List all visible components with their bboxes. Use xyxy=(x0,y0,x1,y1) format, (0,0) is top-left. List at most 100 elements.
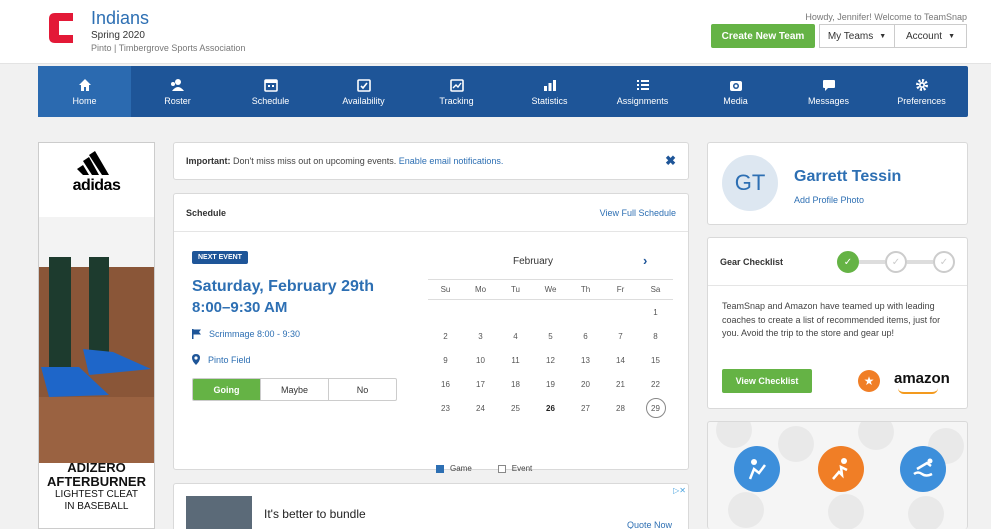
nav-item-tracking[interactable]: Tracking xyxy=(410,66,503,117)
rsvp-maybe-button[interactable]: Maybe xyxy=(260,379,328,400)
nav-item-assignments[interactable]: Assignments xyxy=(596,66,689,117)
profile-name[interactable]: Garrett Tessin xyxy=(794,168,901,186)
pattern-dot xyxy=(778,426,814,462)
nav-item-schedule[interactable]: Schedule xyxy=(224,66,317,117)
calendar-day[interactable]: 5 xyxy=(533,324,568,348)
rsvp-going-button[interactable]: Going xyxy=(193,379,260,400)
messages-icon xyxy=(821,77,837,93)
calendar-day[interactable]: 27 xyxy=(568,396,603,420)
rsvp-no-button[interactable]: No xyxy=(328,379,396,400)
close-icon[interactable]: ✖ xyxy=(665,153,676,169)
schedule-card: Schedule View Full Schedule NEXT EVENT S… xyxy=(173,193,689,473)
pattern-dot xyxy=(716,422,752,448)
nav-label: Messages xyxy=(807,96,850,106)
view-checklist-button[interactable]: View Checklist xyxy=(722,369,812,393)
event-location: Pinto Field xyxy=(208,354,251,365)
star-badge-icon: ★ xyxy=(858,370,880,392)
ad-choices-icon[interactable]: ▷✕ xyxy=(673,486,686,495)
calendar-day[interactable]: 14 xyxy=(603,348,638,372)
create-team-button[interactable]: Create New Team xyxy=(711,24,815,48)
calendar-day[interactable]: 9 xyxy=(428,348,463,372)
team-logo-icon[interactable] xyxy=(46,10,76,46)
calendar-day[interactable]: 12 xyxy=(533,348,568,372)
nav-item-home[interactable]: Home xyxy=(38,66,131,117)
bottom-ad[interactable]: It's better to bundle Quote Now ▷✕ xyxy=(173,483,689,529)
quote-now-link[interactable]: Quote Now xyxy=(627,520,672,529)
avatar[interactable]: GT xyxy=(722,155,778,211)
event-name: Scrimmage 8:00 - 9:30 xyxy=(209,329,301,339)
nav-item-availability[interactable]: Availability xyxy=(317,66,410,117)
sports-promo[interactable] xyxy=(707,421,968,529)
enable-notifications-link[interactable]: Enable email notifications. xyxy=(399,156,504,166)
alert-prefix: Important: xyxy=(186,156,231,166)
calendar-week: 16 17 18 19 20 21 22 xyxy=(428,372,673,396)
calendar-day[interactable]: 21 xyxy=(603,372,638,396)
calendar-empty xyxy=(568,300,603,324)
calendar-day[interactable]: 8 xyxy=(638,324,673,348)
calendar-day[interactable]: 28 xyxy=(603,396,638,420)
team-name[interactable]: Indians xyxy=(91,8,149,29)
calendar-day[interactable]: 13 xyxy=(568,348,603,372)
calendar-empty xyxy=(463,300,498,324)
weekday-label: Su xyxy=(440,285,451,294)
calendar-day[interactable]: 15 xyxy=(638,348,673,372)
calendar-week: 1 xyxy=(428,300,673,324)
greeting-text: Howdy, Jennifer! Welcome to TeamSnap xyxy=(805,12,967,22)
gear-title: Gear Checklist xyxy=(720,257,784,267)
app-header: Indians Spring 2020 Pinto | Timbergrove … xyxy=(0,0,991,64)
calendar-day[interactable]: 2 xyxy=(428,324,463,348)
add-profile-photo-link[interactable]: Add Profile Photo xyxy=(794,195,864,205)
pattern-dot xyxy=(828,494,864,529)
sidebar-ad[interactable]: adidas ADIZERO AFTERBURNER LIGHTEST CLEA… xyxy=(38,142,155,529)
calendar-day[interactable]: 4 xyxy=(498,324,533,348)
nav-label: Preferences xyxy=(897,96,946,106)
amazon-smile-icon xyxy=(898,388,938,394)
pattern-dot xyxy=(858,422,894,450)
calendar-day[interactable]: 6 xyxy=(568,324,603,348)
nav-label: Media xyxy=(723,96,748,106)
my-teams-dropdown[interactable]: My Teams ▼ xyxy=(819,24,895,48)
caret-down-icon: ▼ xyxy=(948,32,956,40)
account-dropdown[interactable]: Account ▼ xyxy=(895,24,967,48)
ad-brand: adidas xyxy=(72,177,121,194)
calendar-day[interactable]: 20 xyxy=(568,372,603,396)
nav-item-messages[interactable]: Messages xyxy=(782,66,875,117)
view-full-schedule-link[interactable]: View Full Schedule xyxy=(600,208,676,218)
calendar-day[interactable]: 19 xyxy=(533,372,568,396)
alert-text: Important: Don't miss miss out on upcomi… xyxy=(186,156,503,166)
nav-item-statistics[interactable]: Statistics xyxy=(503,66,596,117)
calendar-day[interactable]: 16 xyxy=(428,372,463,396)
calendar-day[interactable]: 24 xyxy=(463,396,498,420)
calendar-day[interactable]: 7 xyxy=(603,324,638,348)
nav-item-roster[interactable]: Roster xyxy=(131,66,224,117)
nav-item-media[interactable]: Media xyxy=(689,66,782,117)
nav-label: Assignments xyxy=(616,96,669,106)
legend-event-swatch xyxy=(497,464,506,473)
gear-icon xyxy=(914,77,930,93)
nav-item-preferences[interactable]: Preferences xyxy=(875,66,968,117)
ad-headline: It's better to bundle xyxy=(264,507,366,521)
chevron-right-icon[interactable]: › xyxy=(643,253,647,268)
account-label: Account xyxy=(905,30,943,42)
calendar-day[interactable]: 1 xyxy=(638,300,673,324)
calendar-day[interactable]: 22 xyxy=(638,372,673,396)
event-location-row[interactable]: Pinto Field xyxy=(192,354,251,365)
event-name-row[interactable]: Scrimmage 8:00 - 9:30 xyxy=(192,329,300,339)
gear-header: Gear Checklist ✓ ✓ ✓ xyxy=(708,238,967,286)
calendar-empty xyxy=(533,300,568,324)
event-date[interactable]: Saturday, February 29th xyxy=(192,278,374,296)
calendar-day[interactable]: 10 xyxy=(463,348,498,372)
calendar-day[interactable]: 25 xyxy=(498,396,533,420)
calendar-day[interactable]: 11 xyxy=(498,348,533,372)
weekday-label: Sa xyxy=(650,285,661,294)
caret-down-icon: ▼ xyxy=(879,32,887,40)
calendar-day[interactable]: 17 xyxy=(463,372,498,396)
legend-game-label: Game xyxy=(450,464,472,473)
calendar-day[interactable]: 23 xyxy=(428,396,463,420)
calendar-day[interactable]: 26 xyxy=(533,396,568,420)
calendar-day[interactable]: 18 xyxy=(498,372,533,396)
tracking-icon xyxy=(449,77,465,93)
calendar-day[interactable]: 3 xyxy=(463,324,498,348)
notification-alert: Important: Don't miss miss out on upcomi… xyxy=(173,142,689,180)
calendar-day[interactable]: 29 xyxy=(638,396,673,420)
